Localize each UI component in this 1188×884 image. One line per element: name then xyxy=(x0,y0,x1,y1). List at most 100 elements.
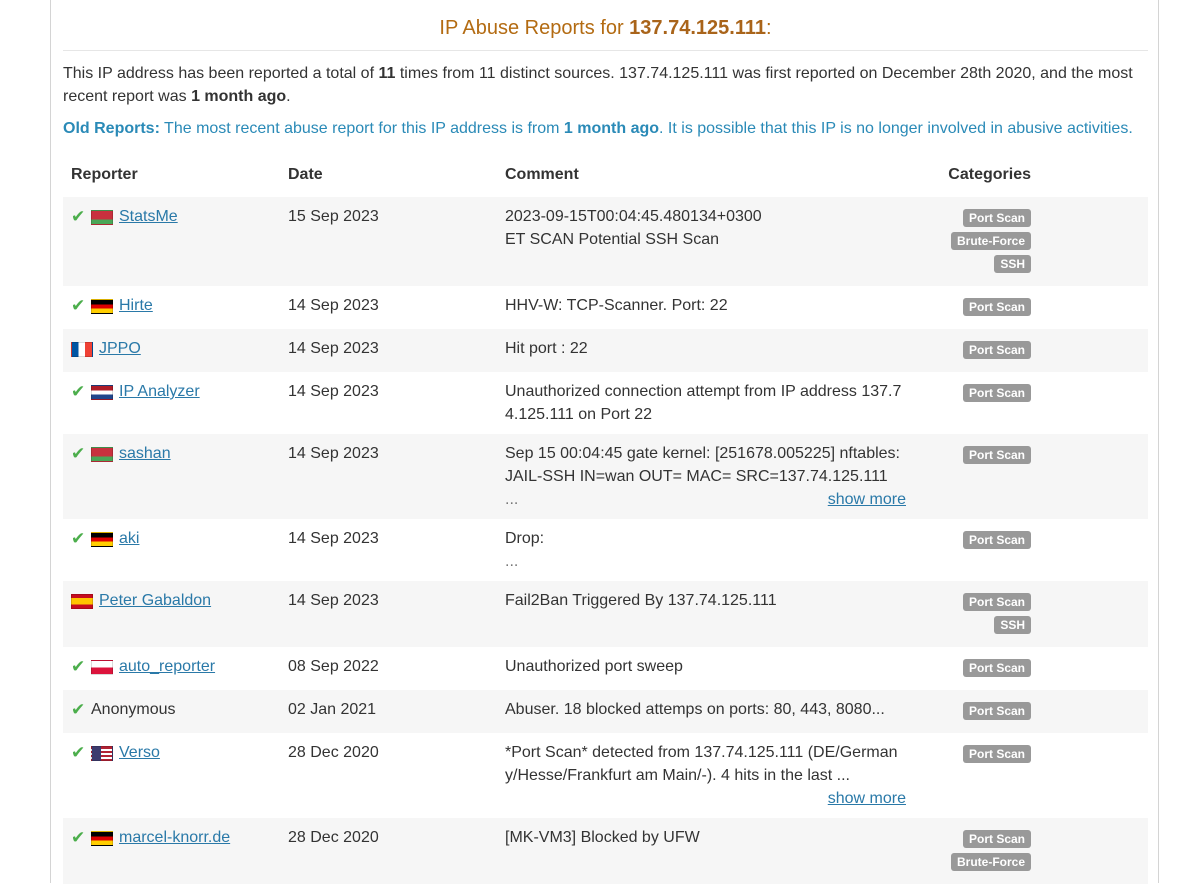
comment-line: Unauthorized connection attempt from IP … xyxy=(505,383,902,400)
report-categories: Port Scan xyxy=(914,733,1148,818)
comment-line: Unauthorized port sweep xyxy=(505,658,683,675)
summary-text-3: . xyxy=(286,88,291,105)
reporter-cell: ✔ auto_reporter xyxy=(63,647,280,690)
category-badge[interactable]: Brute-Force xyxy=(950,232,1031,250)
report-categories: Port Scan Brute-Force SSH xyxy=(914,197,1148,286)
report-summary: This IP address has been reported a tota… xyxy=(63,62,1148,108)
category-badge[interactable]: Port Scan xyxy=(962,702,1031,720)
page-title: IP Abuse Reports for 137.74.125.111: xyxy=(63,0,1148,51)
reporter-cell: ✔ marcel-knorr.de xyxy=(63,818,280,884)
comment-line: 4.125.111 on Port 22 xyxy=(505,406,653,423)
category-badge[interactable]: Port Scan xyxy=(962,745,1031,763)
column-header-date: Date xyxy=(288,166,323,183)
report-comment: [MK-VM3] Blocked by UFW xyxy=(497,818,914,884)
category-badge[interactable]: Port Scan xyxy=(962,446,1031,464)
category-badge[interactable]: Port Scan xyxy=(962,531,1031,549)
comment-line: ... xyxy=(505,553,519,570)
category-badges: Port Scan xyxy=(922,337,1031,364)
report-categories: Port Scan xyxy=(914,372,1148,434)
table-body: ✔ StatsMe 15 Sep 2023 2023-09-15T00:04:45.4… xyxy=(63,197,1148,884)
table-row: Peter Gabaldon 14 Sep 2023 Fail2Ban Trigge… xyxy=(63,581,1148,647)
comment-line: HHV-W: TCP-Scanner. Port: 22 xyxy=(505,297,728,314)
title-ip: 137.74.125.111 xyxy=(629,17,766,39)
report-categories: Port Scan xyxy=(914,519,1148,581)
report-date: 14 Sep 2023 xyxy=(280,329,497,372)
table-row: JPPO 14 Sep 2023 Hit port : 22 Port Scan xyxy=(63,329,1148,372)
reporter-cell: JPPO xyxy=(63,329,280,372)
report-date: 14 Sep 2023 xyxy=(288,297,379,314)
comment-line: JAIL-SSH IN=wan OUT= MAC= SRC=137.74.125… xyxy=(505,468,888,485)
reporter: JPPO xyxy=(71,337,272,360)
reporter-cell: Peter Gabaldon xyxy=(63,581,280,647)
reporter-cell: ✔ aki xyxy=(63,519,280,581)
reporter: ✔ auto_reporter xyxy=(71,655,272,678)
old-reports-text-2: . It is possible that this IP is no long… xyxy=(659,120,1133,137)
category-badge[interactable]: Port Scan xyxy=(962,593,1031,611)
reporter-link[interactable]: aki xyxy=(119,527,139,550)
verified-check-icon: ✔ xyxy=(71,382,86,401)
table-row: ✔ StatsMe 15 Sep 2023 2023-09-15T00:04:45.4… xyxy=(63,197,1148,286)
reporter-cell: ✔ Anonymous xyxy=(63,690,280,733)
reports-section: IP Abuse Reports for 137.74.125.111: Thi… xyxy=(63,0,1148,884)
old-reports-label: Old Reports: xyxy=(63,120,160,137)
reporter-link[interactable]: Peter Gabaldon xyxy=(99,589,211,612)
verified-check-icon: ✔ xyxy=(71,444,86,463)
reports-table: Reporter Date Comment Categories ✔ StatsM… xyxy=(63,154,1148,884)
netherlands-flag-icon xyxy=(91,385,113,400)
reporter-link[interactable]: Hirte xyxy=(119,294,153,317)
old-reports-notice: Old Reports: The most recent abuse repor… xyxy=(63,117,1148,140)
reporter-link[interactable]: Verso xyxy=(119,741,160,764)
usa-flag-icon xyxy=(91,746,113,761)
category-badge[interactable]: SSH xyxy=(994,616,1031,634)
comment-line: 2023-09-15T00:04:45.480134+0300 xyxy=(505,208,762,225)
category-badges: Port Scan xyxy=(922,442,1031,469)
report-categories: Port Scan Brute-Force xyxy=(914,818,1148,884)
title-prefix: IP Abuse Reports for xyxy=(439,17,630,39)
reporter: ✔ IP Analyzer xyxy=(71,380,272,403)
report-date: 08 Sep 2022 xyxy=(288,658,379,675)
reporter: ✔ Hirte xyxy=(71,294,272,317)
reporter-cell: ✔ StatsMe xyxy=(63,197,280,286)
summary-count: 11 xyxy=(378,65,396,82)
report-comment: Unauthorized connection attempt from IP … xyxy=(497,372,914,434)
category-badge[interactable]: Port Scan xyxy=(962,341,1031,359)
report-date: 28 Dec 2020 xyxy=(280,818,497,884)
verified-check-icon: ✔ xyxy=(71,296,86,315)
report-comment: Drop:... xyxy=(497,519,914,581)
reporter-cell: ✔ sashan xyxy=(63,434,280,519)
category-badge[interactable]: Port Scan xyxy=(962,298,1031,316)
category-badge[interactable]: Port Scan xyxy=(962,659,1031,677)
report-comment: Unauthorized port sweep xyxy=(497,647,914,690)
reporter-link[interactable]: JPPO xyxy=(99,337,141,360)
category-badge[interactable]: Port Scan xyxy=(962,830,1031,848)
reporter: ✔ sashan xyxy=(71,442,272,465)
reporter-link[interactable]: StatsMe xyxy=(119,205,178,228)
report-comment: 2023-09-15T00:04:45.480134+0300 ET SCAN P… xyxy=(497,197,914,286)
table-row: ✔ Hirte 14 Sep 2023 HHV-W: TCP-Scanner. Por… xyxy=(63,286,1148,329)
old-reports-text-1: The most recent abuse report for this IP… xyxy=(159,120,564,137)
page-frame: IP Abuse Reports for 137.74.125.111: Thi… xyxy=(50,0,1159,884)
report-comment: Fail2Ban Triggered By 137.74.125.111 xyxy=(497,581,914,647)
reporter-link[interactable]: IP Analyzer xyxy=(119,380,200,403)
show-more-link[interactable]: show more xyxy=(505,787,906,810)
reporter-link[interactable]: marcel-knorr.de xyxy=(119,826,230,849)
column-header-comment: Comment xyxy=(505,166,579,183)
report-comment: *Port Scan* detected from 137.74.125.111… xyxy=(497,733,914,818)
germany-flag-icon xyxy=(91,831,113,846)
category-badge[interactable]: Brute-Force xyxy=(950,853,1031,871)
reporter: ✔ Verso xyxy=(71,741,272,764)
category-badge[interactable]: SSH xyxy=(994,255,1031,273)
reporter-link[interactable]: auto_reporter xyxy=(119,655,215,678)
category-badge[interactable]: Port Scan xyxy=(962,384,1031,402)
category-badges: Port Scan xyxy=(922,698,1031,725)
show-more-link[interactable]: show more xyxy=(505,488,906,511)
category-badges: Port Scan xyxy=(922,527,1031,554)
category-badge[interactable]: Port Scan xyxy=(962,209,1031,227)
report-date: 14 Sep 2023 xyxy=(288,530,379,547)
reporter-link[interactable]: sashan xyxy=(119,442,171,465)
table-row: ✔ Anonymous 02 Jan 2021 Abuser. 18 blocked … xyxy=(63,690,1148,733)
belarus-flag-icon xyxy=(91,447,113,462)
report-categories: Port Scan xyxy=(914,647,1148,690)
comment-line: ET SCAN Potential SSH Scan xyxy=(505,231,720,248)
summary-recent: 1 month ago xyxy=(191,88,287,105)
